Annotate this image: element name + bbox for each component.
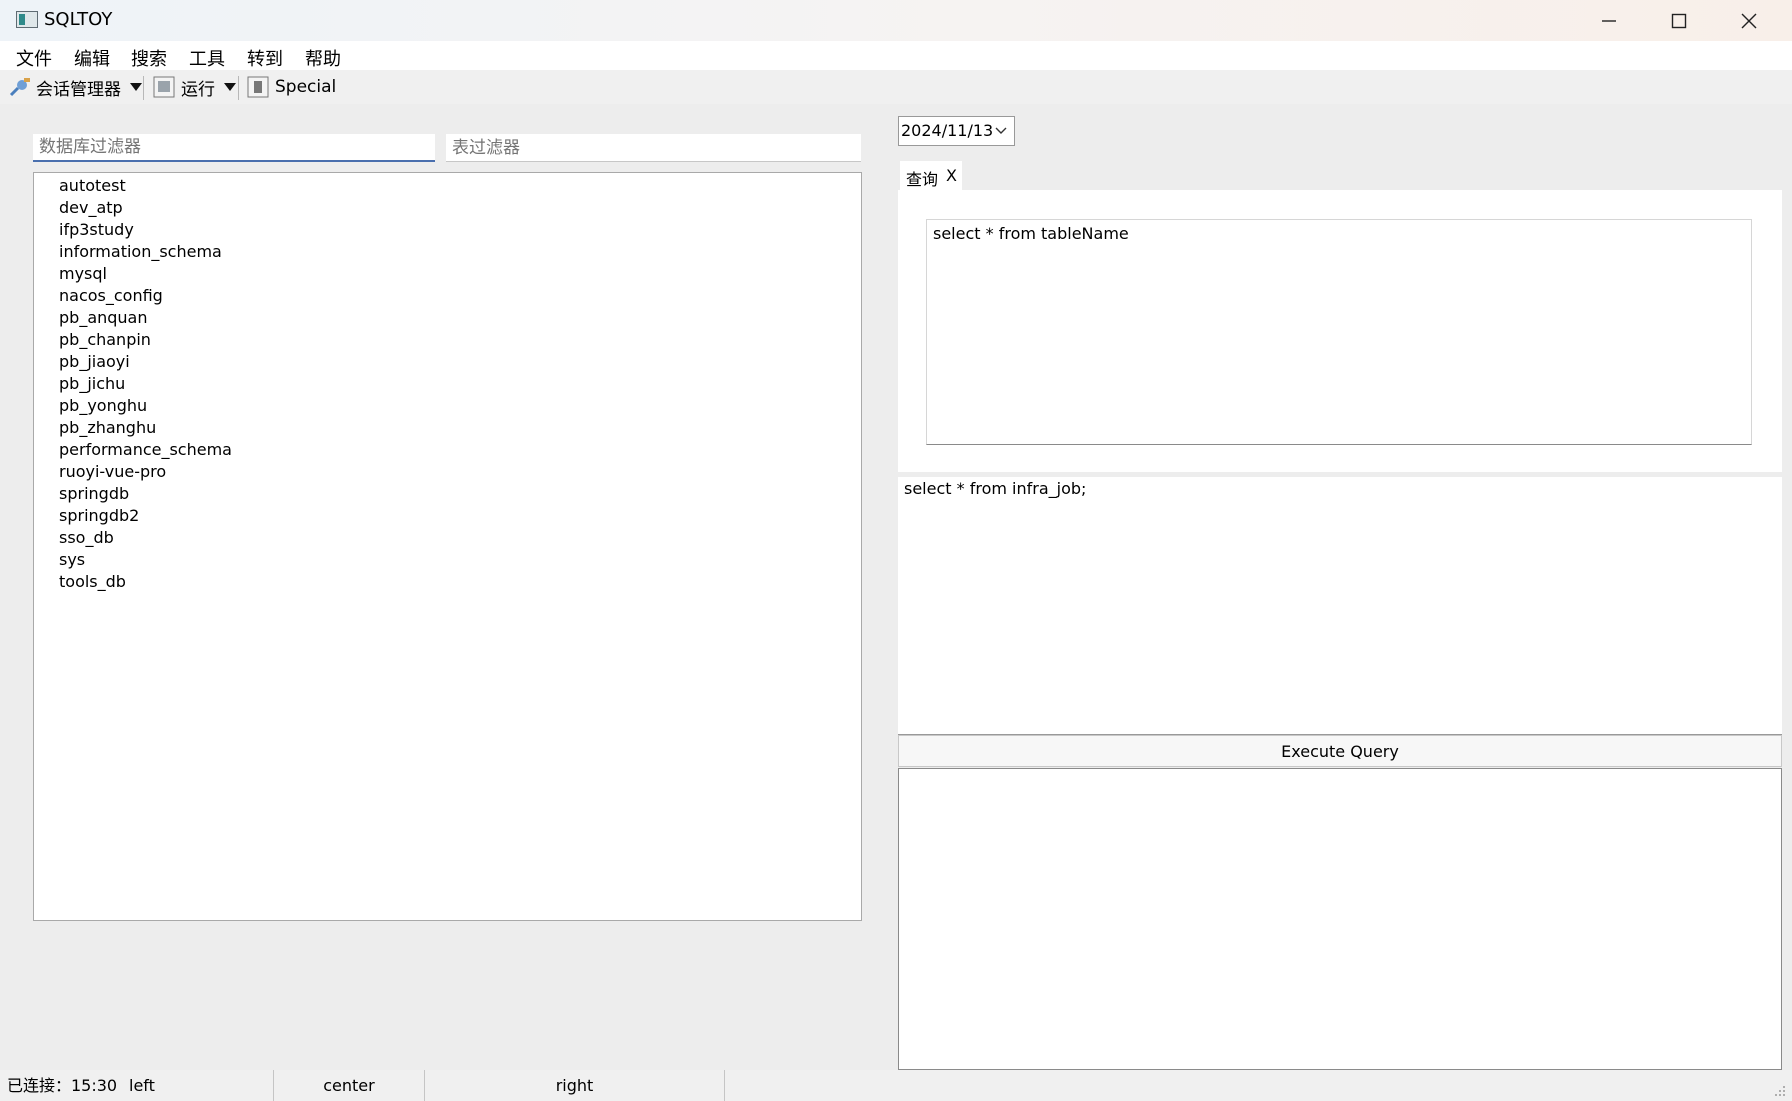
list-item[interactable]: pb_anquan xyxy=(59,308,148,327)
menu-file[interactable]: 文件 xyxy=(16,45,52,71)
close-button[interactable] xyxy=(1714,0,1784,41)
status-left-segment: 已连接：15:30 left xyxy=(0,1070,274,1101)
minimize-icon xyxy=(1602,19,1616,22)
list-item[interactable]: sys xyxy=(59,550,85,569)
list-item[interactable]: pb_chanpin xyxy=(59,330,151,349)
run-button[interactable]: 运行 xyxy=(153,74,237,100)
list-item[interactable]: springdb xyxy=(59,484,129,503)
list-item[interactable]: springdb2 xyxy=(59,506,139,525)
chevron-down-icon xyxy=(130,83,142,91)
list-item[interactable]: performance_schema xyxy=(59,440,232,459)
menu-search[interactable]: 搜索 xyxy=(131,45,167,71)
special-icon xyxy=(247,76,269,98)
list-item[interactable]: autotest xyxy=(59,176,126,195)
list-item[interactable]: sso_db xyxy=(59,528,114,547)
date-value: 2024/11/13 xyxy=(901,121,994,140)
tab-query-label: 查询 xyxy=(906,170,939,189)
menu-help[interactable]: 帮助 xyxy=(305,45,341,71)
query-editor-text: select * from tableName xyxy=(933,224,1129,243)
tab-query[interactable]: 查询 X xyxy=(900,161,962,191)
database-filter-input[interactable] xyxy=(33,134,435,162)
menu-tools[interactable]: 工具 xyxy=(189,45,225,71)
menu-bar: 文件 编辑 搜索 工具 转到 帮助 xyxy=(0,41,1792,70)
plug-icon xyxy=(9,78,30,97)
list-item[interactable]: dev_atp xyxy=(59,198,123,217)
session-manager-label: 会话管理器 xyxy=(36,79,121,100)
sql-input-text: select * from infra_job; xyxy=(904,479,1087,498)
list-item[interactable]: nacos_config xyxy=(59,286,163,305)
sql-input-area[interactable]: select * from infra_job; xyxy=(898,477,1782,735)
chevron-down-icon xyxy=(224,83,236,91)
special-label: Special xyxy=(275,77,337,97)
close-icon xyxy=(1741,13,1757,28)
tab-close-button[interactable]: X xyxy=(946,166,957,185)
list-item[interactable]: tools_db xyxy=(59,572,126,591)
toolbar-separator xyxy=(143,76,144,100)
toolbar-separator xyxy=(238,76,239,100)
run-icon xyxy=(153,76,175,98)
window-title: SQLTOY xyxy=(44,9,113,30)
status-bar: 已连接：15:30 left center right xyxy=(0,1070,1792,1101)
list-item[interactable]: mysql xyxy=(59,264,107,283)
connection-status: 已连接：15:30 xyxy=(7,1076,118,1095)
app-icon xyxy=(16,11,38,28)
session-manager-button[interactable]: 会话管理器 xyxy=(8,74,143,100)
list-item[interactable]: pb_zhanghu xyxy=(59,418,156,437)
status-left-text: left xyxy=(129,1076,155,1095)
maximize-button[interactable] xyxy=(1644,0,1714,41)
execute-query-button[interactable]: Execute Query xyxy=(898,735,1782,767)
resize-grip-icon[interactable] xyxy=(1774,1085,1786,1097)
query-results-area[interactable] xyxy=(898,768,1782,1070)
menu-goto[interactable]: 转到 xyxy=(247,45,283,71)
list-item[interactable]: ruoyi-vue-pro xyxy=(59,462,166,481)
status-right-segment: right xyxy=(425,1070,725,1101)
chevron-down-icon xyxy=(995,127,1007,134)
list-item[interactable]: pb_jiaoyi xyxy=(59,352,130,371)
query-tab-strip: 查询 X xyxy=(898,161,1782,191)
date-picker[interactable]: 2024/11/13 xyxy=(898,116,1015,146)
list-item[interactable]: ifp3study xyxy=(59,220,134,239)
database-list[interactable]: autotest dev_atp ifp3study information_s… xyxy=(33,172,862,921)
special-button[interactable]: Special xyxy=(247,74,336,100)
list-item[interactable]: information_schema xyxy=(59,242,222,261)
status-right-text: right xyxy=(555,1076,594,1095)
run-label: 运行 xyxy=(181,79,215,100)
status-center-segment: center xyxy=(274,1070,425,1101)
query-editor[interactable]: select * from tableName xyxy=(926,219,1752,445)
list-item[interactable]: pb_jichu xyxy=(59,374,125,393)
maximize-icon xyxy=(1671,13,1687,28)
minimize-button[interactable] xyxy=(1574,0,1644,41)
toolbar: 会话管理器 运行 Special xyxy=(0,70,1792,104)
status-center-text: center xyxy=(323,1076,375,1095)
menu-edit[interactable]: 编辑 xyxy=(74,45,110,71)
table-filter-input[interactable] xyxy=(446,134,861,162)
list-item[interactable]: pb_yonghu xyxy=(59,396,147,415)
title-bar: SQLTOY xyxy=(0,0,1792,41)
